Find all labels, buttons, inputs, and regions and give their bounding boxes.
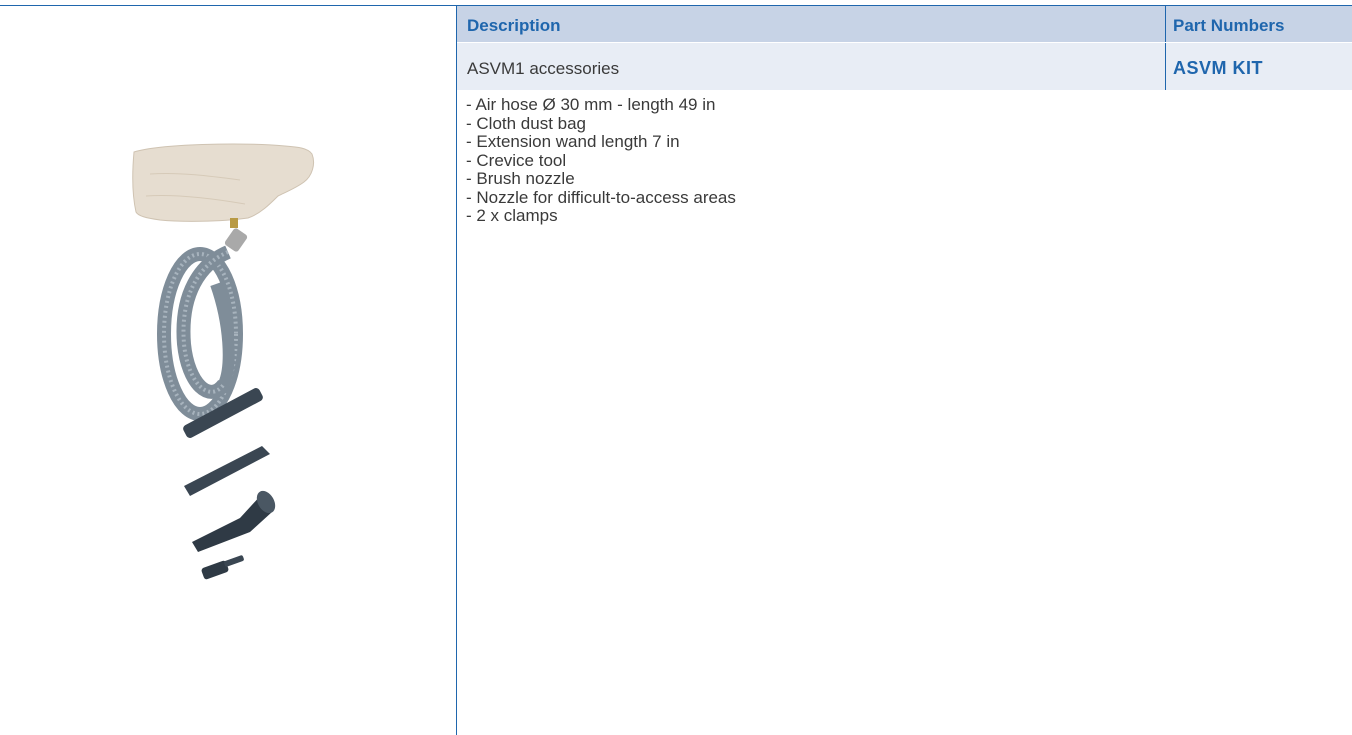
product-part-number: ASVM KIT	[1173, 58, 1264, 78]
asvm-accessory-kit-image	[132, 143, 315, 580]
feature-item: - Brush nozzle	[466, 169, 575, 188]
table-row: ASVM1 accessories ASVM KIT	[457, 43, 1352, 90]
header-description: Description	[467, 16, 561, 35]
table-left-rule	[456, 6, 457, 735]
header-column-separator	[1165, 6, 1166, 42]
feature-item: - Air hose Ø 30 mm - length 49 in	[466, 95, 716, 114]
product-description: ASVM1 accessories	[467, 59, 620, 78]
feature-item: - Nozzle for difficult-to-access areas	[466, 187, 736, 207]
product-image-panel	[0, 6, 456, 735]
row-column-separator	[1165, 43, 1166, 90]
feature-item: - Crevice tool	[466, 150, 567, 170]
header-part-numbers: Part Numbers	[1173, 16, 1285, 35]
product-table: Description Part Numbers ASVM1 accessori…	[456, 6, 1352, 735]
feature-list: - Air hose Ø 30 mm - length 49 in - Clot…	[466, 95, 736, 226]
table-header-row: Description Part Numbers	[457, 6, 1352, 43]
feature-item: - 2 x clamps	[466, 206, 558, 225]
feature-item: - Cloth dust bag	[466, 113, 587, 133]
feature-item: - Extension wand length 7 in	[466, 132, 680, 151]
